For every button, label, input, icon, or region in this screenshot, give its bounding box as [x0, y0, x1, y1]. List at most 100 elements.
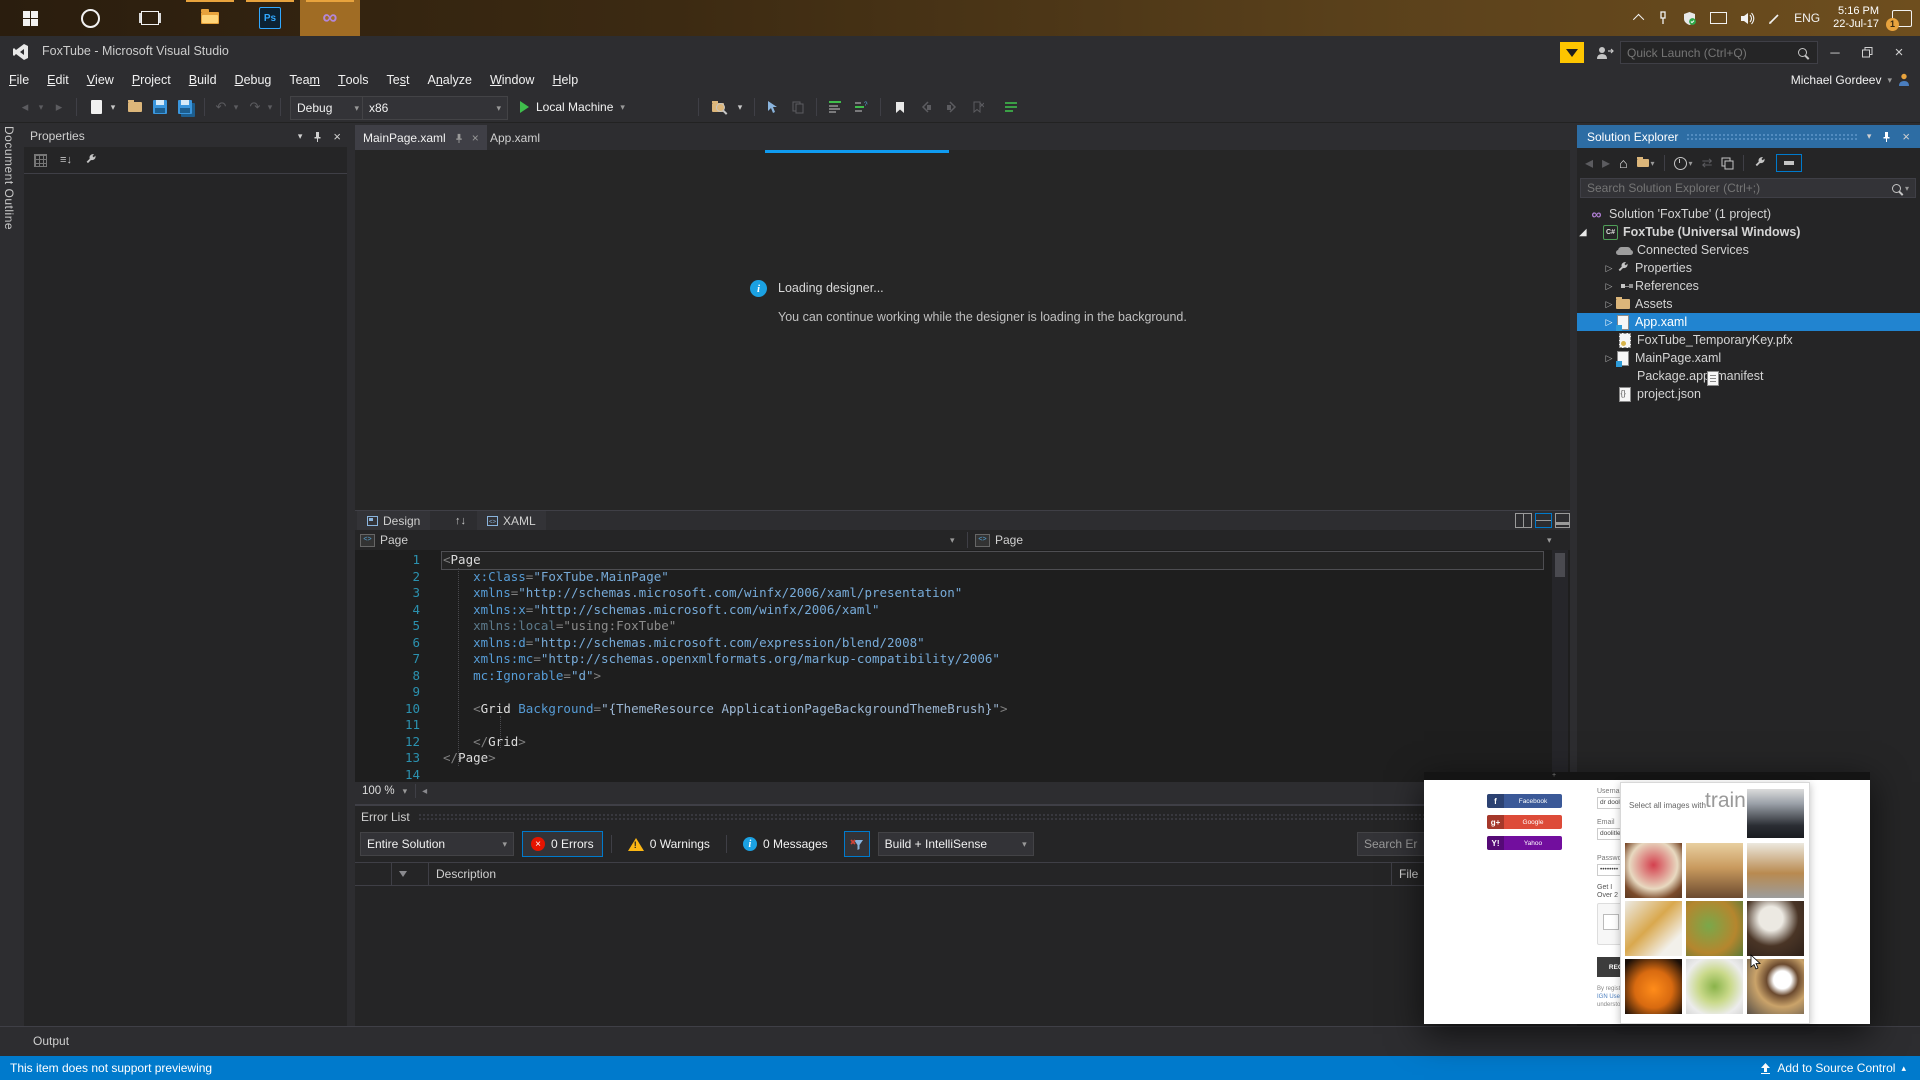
column-flag[interactable]	[392, 863, 429, 885]
tree-item-app-xaml[interactable]: ▷ App.xaml	[1577, 313, 1920, 331]
feedback-icon[interactable]	[1560, 42, 1584, 63]
toolbar-overflow-dropdown[interactable]: ▾	[734, 96, 746, 118]
captcha-image-pudding[interactable]	[1686, 843, 1743, 898]
next-bookmark-icon[interactable]	[942, 96, 962, 118]
solution-platform-dropdown[interactable]: x86 ▾	[362, 96, 508, 120]
menu-file[interactable]: File	[0, 68, 38, 92]
menu-project[interactable]: Project	[123, 68, 180, 92]
column-severity[interactable]	[355, 863, 392, 885]
web-page-preview-window[interactable]: + f Facebook g+ Google Y! Yahoo Userna d…	[1424, 772, 1870, 1024]
yahoo-login-button[interactable]: Y! Yahoo	[1487, 836, 1562, 850]
new-file-icon[interactable]	[86, 96, 106, 118]
google-login-button[interactable]: g+ Google	[1487, 815, 1562, 829]
minimize-button[interactable]: ─	[1820, 36, 1850, 68]
volume-icon[interactable]	[1740, 12, 1755, 25]
quick-launch-input[interactable]	[1621, 45, 1798, 60]
navigate-back-icon[interactable]: ◂	[16, 96, 34, 118]
start-button[interactable]	[0, 0, 60, 36]
expander-collapsed-icon[interactable]: ▷	[1603, 263, 1615, 274]
expander-collapsed-icon[interactable]: ▷	[1603, 281, 1615, 292]
captcha-image-chicken-salad[interactable]	[1686, 901, 1743, 956]
new-file-dropdown[interactable]: ▾	[108, 96, 118, 118]
open-file-icon[interactable]	[124, 96, 146, 118]
properties-wrench-icon[interactable]	[1753, 156, 1767, 170]
xaml-designer[interactable]: i Loading designer... You can continue w…	[355, 150, 1570, 510]
file-explorer-button[interactable]	[180, 0, 240, 36]
start-debugging-button[interactable]: Local Machine ▾	[520, 96, 690, 118]
captcha-image-breakfast[interactable]	[1625, 901, 1682, 956]
menu-window[interactable]: Window	[481, 68, 543, 92]
column-description[interactable]: Description	[429, 863, 1392, 885]
window-position-dropdown-icon[interactable]: ▾	[298, 131, 303, 142]
scrollbar-thumb[interactable]	[1555, 553, 1565, 577]
window-position-dropdown-icon[interactable]: ▾	[1867, 131, 1872, 142]
captcha-checkbox[interactable]	[1603, 914, 1619, 930]
tree-item-assets[interactable]: ▷ Assets	[1577, 295, 1920, 313]
solution-configuration-dropdown[interactable]: Debug ▾	[290, 96, 366, 120]
tree-item-references[interactable]: ▷ References	[1577, 277, 1920, 295]
pin-icon[interactable]	[312, 131, 323, 142]
categorized-view-icon[interactable]	[32, 153, 48, 167]
collapse-all-icon[interactable]	[1721, 157, 1734, 170]
solution-explorer-search-input[interactable]	[1581, 181, 1892, 195]
undo-dropdown[interactable]: ▾	[231, 96, 241, 118]
back-icon[interactable]: ◂	[1585, 153, 1593, 173]
user-account-menu[interactable]: Michael Gordeev	[1791, 73, 1882, 87]
xaml-code-editor[interactable]: 12 34 56 78 9 10 11 12 13 14 <Page x:Class=…	[355, 550, 1570, 782]
horizontal-scrollbar[interactable]	[433, 782, 1570, 800]
tree-item-project-json[interactable]: project.json	[1577, 385, 1920, 403]
tree-item-solution[interactable]: ∞ Solution 'FoxTube' (1 project)	[1577, 205, 1920, 223]
bookmark-icon[interactable]	[890, 96, 910, 118]
language-indicator[interactable]: ENG	[1794, 11, 1820, 25]
captcha-image-cake[interactable]	[1625, 843, 1682, 898]
tree-item-temporarykey-pfx[interactable]: FoxTube_TemporaryKey.pfx	[1577, 331, 1920, 349]
pin-icon[interactable]	[1881, 131, 1892, 142]
tree-item-mainpage-xaml[interactable]: ▷ MainPage.xaml	[1577, 349, 1920, 367]
close-icon[interactable]: ×	[333, 129, 341, 144]
expander-collapsed-icon[interactable]: ▷	[1603, 353, 1615, 364]
design-view-tab[interactable]: Design	[357, 511, 431, 530]
scroll-left-icon[interactable]: ◂	[416, 786, 433, 797]
facebook-login-button[interactable]: f Facebook	[1487, 794, 1562, 808]
clear-bookmarks-icon[interactable]	[968, 96, 988, 118]
clear-filters-button[interactable]	[843, 831, 870, 857]
find-in-files-icon[interactable]	[706, 96, 730, 118]
home-icon[interactable]: ⌂	[1619, 155, 1627, 171]
display-icon[interactable]	[1710, 12, 1728, 24]
vertical-split-icon[interactable]	[1515, 513, 1532, 528]
notification-center-icon[interactable]: 1	[1886, 9, 1912, 31]
format-document-icon[interactable]	[824, 96, 846, 118]
menu-debug[interactable]: Debug	[226, 68, 281, 92]
breadcrumb-dropdown-icon[interactable]: ▾	[950, 535, 955, 546]
previous-bookmark-icon[interactable]	[916, 96, 936, 118]
menu-help[interactable]: Help	[543, 68, 587, 92]
menu-tools[interactable]: Tools	[329, 68, 378, 92]
selection-mode-icon[interactable]	[762, 96, 784, 118]
close-icon[interactable]: ×	[1902, 129, 1910, 144]
usb-icon[interactable]	[1657, 11, 1669, 25]
menu-edit[interactable]: Edit	[38, 68, 78, 92]
undo-icon[interactable]: ↶	[212, 96, 230, 118]
clock[interactable]: 5:16 PM 22-Jul-17	[1833, 5, 1879, 31]
zoom-dropdown-icon[interactable]: ▾	[395, 786, 416, 797]
forward-icon[interactable]: ▸	[1602, 153, 1610, 173]
navigate-forward-icon[interactable]: ▸	[50, 96, 68, 118]
properties-wrench-icon[interactable]	[84, 153, 98, 167]
save-icon[interactable]	[150, 96, 170, 118]
menu-analyze[interactable]: An alyze	[418, 68, 480, 92]
menu-team[interactable]: Tea m	[280, 68, 329, 92]
pin-icon[interactable]	[454, 133, 464, 143]
tab-app-xaml[interactable]: App.xaml	[482, 125, 548, 150]
captcha-image-coffee-beans[interactable]	[1747, 901, 1804, 956]
captcha-image-salad-bowl[interactable]	[1686, 959, 1743, 1014]
user-avatar[interactable]	[1898, 73, 1910, 87]
terms-link[interactable]: IGN User	[1597, 994, 1622, 1000]
tree-item-project-foxtube[interactable]: ◢ C# FoxTube (Universal Windows)	[1577, 223, 1920, 241]
expander-collapsed-icon[interactable]: ▷	[1603, 317, 1615, 328]
expand-pane-icon[interactable]	[1555, 513, 1570, 528]
editor-vertical-scrollbar[interactable]	[1552, 550, 1568, 782]
expander-collapsed-icon[interactable]: ▷	[1603, 299, 1615, 310]
menu-build[interactable]: Build	[180, 68, 226, 92]
comment-selection-icon[interactable]: ?=	[850, 96, 872, 118]
error-source-dropdown[interactable]: Build + IntelliSense ▾	[877, 832, 1034, 856]
